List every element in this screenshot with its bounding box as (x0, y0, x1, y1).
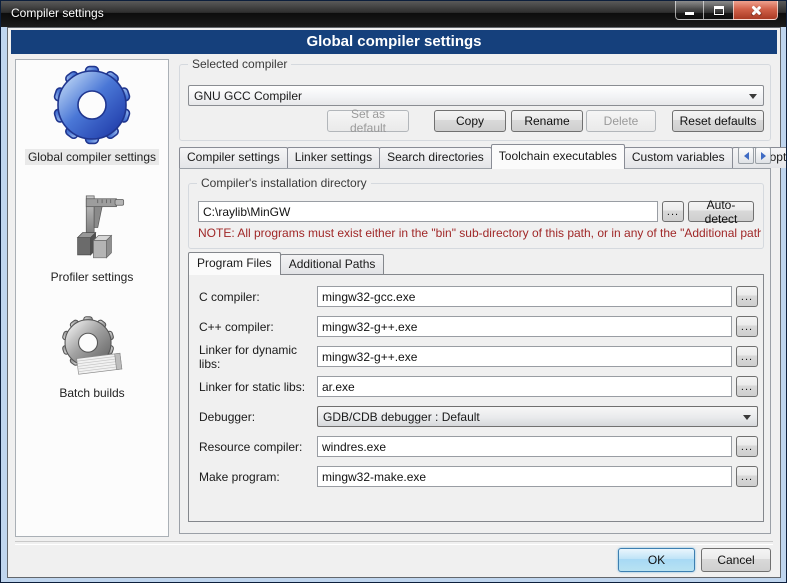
tab-scroll-controls (738, 147, 771, 164)
chevron-down-icon (749, 94, 757, 99)
installation-directory-input[interactable] (198, 201, 658, 222)
caliper-icon (55, 193, 129, 265)
compiler-settings-dialog: Compiler settings Global compiler settin… (0, 0, 787, 583)
debugger-select[interactable]: GDB/CDB debugger : Default (317, 406, 758, 427)
delete-button[interactable]: Delete (586, 110, 656, 132)
blue-gear-icon (51, 65, 133, 145)
tab-toolchain-executables[interactable]: Toolchain executables (491, 144, 625, 169)
sidebar-item-label: Batch builds (56, 385, 127, 401)
tab-search-directories[interactable]: Search directories (379, 147, 492, 168)
cpp-compiler-input[interactable] (317, 316, 732, 337)
browse-resource-compiler-button[interactable]: ... (736, 436, 758, 457)
selected-compiler-group: Selected compiler GNU GCC Compiler Set a… (179, 64, 771, 141)
maximize-icon (714, 6, 724, 15)
subtab-additional-paths[interactable]: Additional Paths (280, 254, 385, 274)
installation-directory-legend: Compiler's installation directory (197, 176, 371, 190)
tab-custom-variables[interactable]: Custom variables (624, 147, 733, 168)
sidebar-item-label: Profiler settings (48, 269, 137, 285)
tab-compiler-settings[interactable]: Compiler settings (179, 147, 288, 168)
field-label: Make program: (199, 470, 317, 484)
linker-dynamic-input[interactable] (317, 346, 732, 367)
tab-linker-settings[interactable]: Linker settings (287, 147, 380, 168)
close-button[interactable] (733, 1, 778, 20)
chevron-down-icon (743, 415, 751, 420)
set-as-default-button[interactable]: Set as default (327, 110, 409, 132)
footer-divider (15, 541, 773, 545)
program-row: C++ compiler: ... (199, 316, 758, 337)
ok-button[interactable]: OK (618, 548, 695, 572)
rename-button[interactable]: Rename (511, 110, 583, 132)
installation-directory-group: Compiler's installation directory ... Au… (188, 183, 764, 249)
installation-note: NOTE: All programs must exist either in … (198, 226, 761, 240)
tab-scroll-right-button[interactable] (755, 147, 771, 164)
debugger-select-value: GDB/CDB debugger : Default (323, 410, 480, 424)
minimize-button[interactable] (675, 1, 704, 20)
dialog-client-area: Global compiler settings (7, 27, 781, 578)
browse-make-program-button[interactable]: ... (736, 466, 758, 487)
copy-button[interactable]: Copy (434, 110, 506, 132)
browse-cpp-compiler-button[interactable]: ... (736, 316, 758, 337)
sidebar-item-batch-builds[interactable]: Batch builds (56, 315, 127, 401)
arrow-left-icon (744, 152, 749, 160)
resource-compiler-input[interactable] (317, 436, 732, 457)
program-row: Linker for static libs: ... (199, 376, 758, 397)
sidebar-item-label: Global compiler settings (25, 149, 159, 165)
program-row: C compiler: ... (199, 286, 758, 307)
make-program-input[interactable] (317, 466, 732, 487)
sidebar-item-profiler-settings[interactable]: Profiler settings (48, 193, 137, 285)
program-row: Resource compiler: ... (199, 436, 758, 457)
program-row: Debugger: GDB/CDB debugger : Default (199, 406, 758, 427)
page-title: Global compiler settings (11, 30, 777, 54)
field-label: Linker for dynamic libs: (199, 343, 317, 371)
compiler-select-value: GNU GCC Compiler (194, 89, 302, 103)
c-compiler-input[interactable] (317, 286, 732, 307)
program-row: Make program: ... (199, 466, 758, 487)
arrow-right-icon (761, 152, 766, 160)
program-files-panel: C compiler: ... C++ compiler: ... Linker… (188, 274, 764, 522)
compiler-select[interactable]: GNU GCC Compiler (188, 85, 764, 106)
subtab-program-files[interactable]: Program Files (188, 252, 281, 275)
browse-c-compiler-button[interactable]: ... (736, 286, 758, 307)
title-bar[interactable]: Compiler settings (1, 1, 786, 27)
browse-linker-dynamic-button[interactable]: ... (736, 346, 758, 367)
field-label: C++ compiler: (199, 320, 317, 334)
settings-tab-bar: Compiler settings Linker settings Search… (179, 144, 771, 168)
maximize-button[interactable] (704, 1, 733, 20)
minimize-icon (685, 12, 694, 15)
browse-directory-button[interactable]: ... (662, 201, 684, 222)
program-files-tab-bar: Program Files Additional Paths (188, 252, 383, 274)
window-title: Compiler settings (11, 6, 104, 20)
sidebar-item-global-compiler-settings[interactable]: Global compiler settings (25, 65, 159, 165)
toolchain-executables-panel: Compiler's installation directory ... Au… (179, 168, 771, 534)
close-icon (750, 5, 761, 16)
browse-linker-static-button[interactable]: ... (736, 376, 758, 397)
field-label: Linker for static libs: (199, 380, 317, 394)
settings-category-list: Global compiler settings (15, 59, 169, 537)
field-label: C compiler: (199, 290, 317, 304)
linker-static-input[interactable] (317, 376, 732, 397)
reset-defaults-button[interactable]: Reset defaults (672, 110, 764, 132)
gray-gear-stack-icon (57, 315, 127, 381)
field-label: Debugger: (199, 410, 317, 424)
cancel-button[interactable]: Cancel (701, 548, 771, 572)
field-label: Resource compiler: (199, 440, 317, 454)
program-row: Linker for dynamic libs: ... (199, 346, 758, 367)
window-controls (675, 1, 778, 20)
selected-compiler-legend: Selected compiler (188, 57, 291, 71)
tab-scroll-left-button[interactable] (738, 147, 754, 164)
auto-detect-button[interactable]: Auto-detect (688, 201, 754, 222)
